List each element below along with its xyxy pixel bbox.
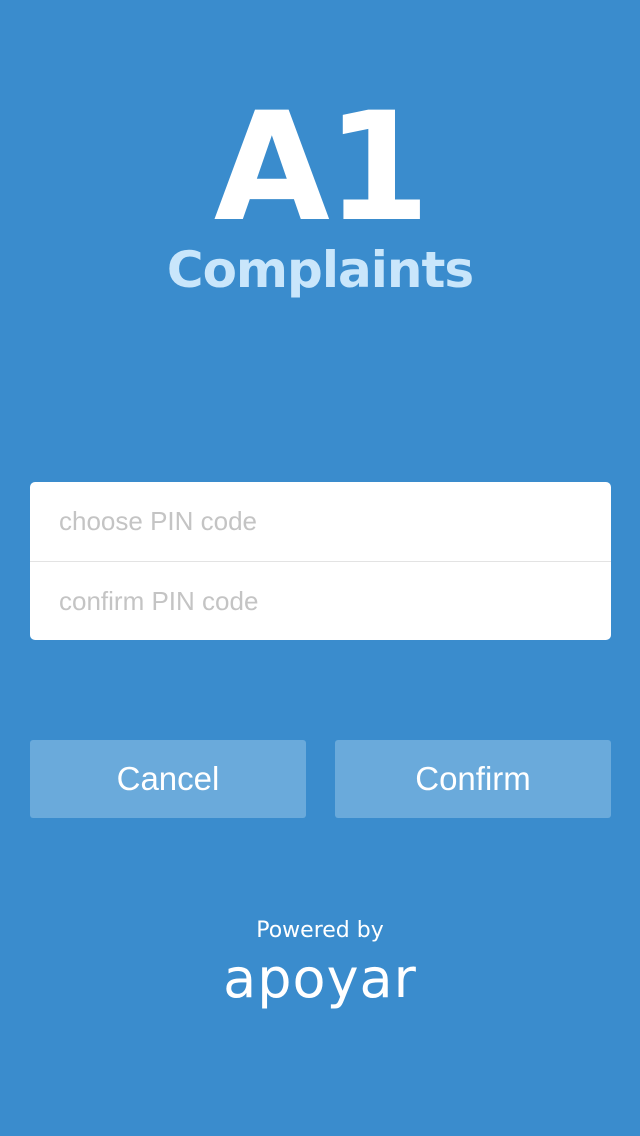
cancel-button[interactable]: Cancel	[30, 740, 306, 818]
app-logo-subtitle: Complaints	[166, 241, 474, 299]
pin-form	[30, 482, 611, 640]
apoyar-logo: apoyar	[223, 947, 417, 1010]
confirm-button[interactable]: Confirm	[335, 740, 611, 818]
app-logo-title: A1	[213, 81, 430, 255]
confirm-pin-input[interactable]	[30, 562, 611, 640]
choose-pin-input[interactable]	[30, 482, 611, 561]
powered-by-label: Powered by	[256, 918, 384, 943]
